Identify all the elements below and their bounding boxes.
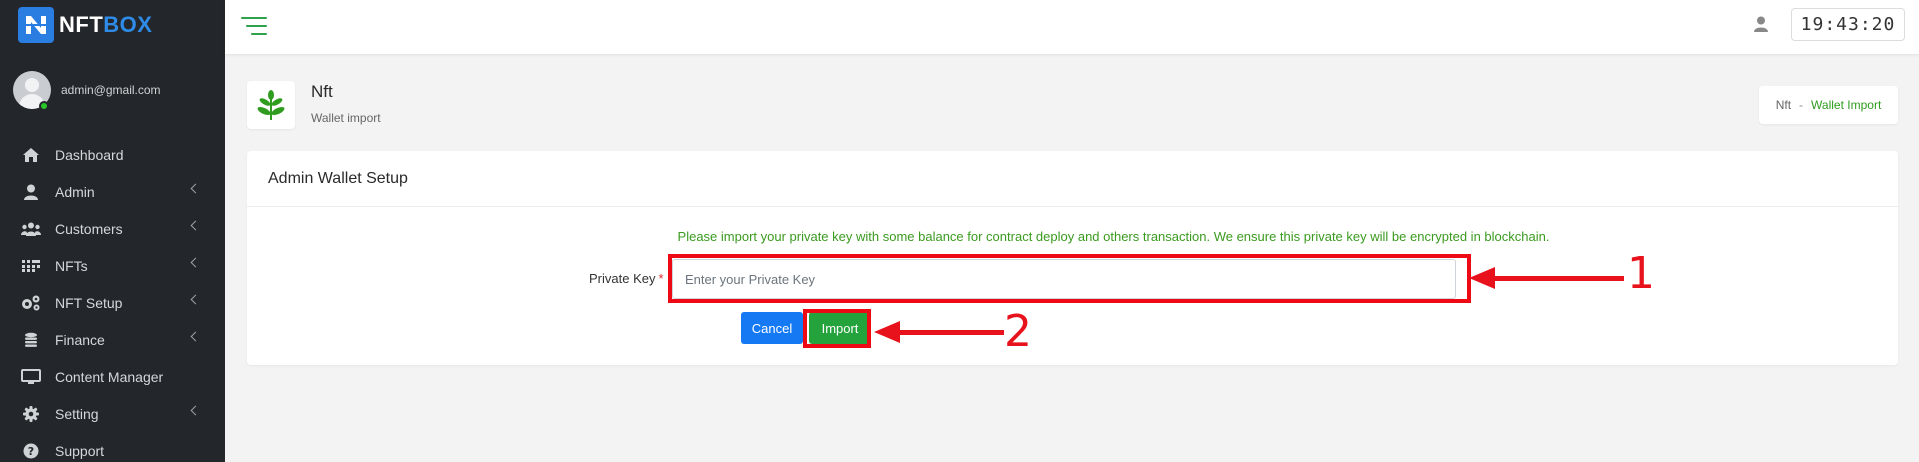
breadcrumb: Nft - Wallet Import xyxy=(1759,86,1898,124)
sidebar-item-dashboard[interactable]: Dashboard xyxy=(0,136,225,173)
user-panel[interactable]: admin@gmail.com xyxy=(0,50,225,130)
grid-icon xyxy=(21,258,41,274)
sidebar-item-label: Setting xyxy=(55,405,99,422)
question-icon: ? xyxy=(21,443,41,459)
chevron-left-icon xyxy=(190,183,201,194)
brand-name-part2: BOX xyxy=(103,12,153,37)
home-icon xyxy=(21,147,41,163)
user-email: admin@gmail.com xyxy=(61,83,161,97)
sidebar-item-label: Admin xyxy=(55,183,95,200)
cancel-button[interactable]: Cancel xyxy=(741,312,803,344)
gears-icon xyxy=(21,295,41,311)
users-icon xyxy=(21,221,41,237)
wallet-notice-text: Please import your private key with some… xyxy=(677,229,1550,244)
sidebar-item-label: NFTs xyxy=(55,257,88,274)
sidebar-item-setting[interactable]: Setting xyxy=(0,395,225,432)
private-key-label: Private Key * xyxy=(589,271,664,286)
sidebar-nav: Dashboard Admin Customers NFTs NFT Setup… xyxy=(0,130,225,462)
breadcrumb-separator: - xyxy=(1799,98,1804,112)
sidebar-item-nfts[interactable]: NFTs xyxy=(0,247,225,284)
sidebar-item-admin[interactable]: Admin xyxy=(0,173,225,210)
sidebar-item-label: Content Manager xyxy=(55,368,164,385)
profile-icon[interactable] xyxy=(1754,16,1770,34)
monitor-icon xyxy=(21,368,41,385)
breadcrumb-root[interactable]: Nft xyxy=(1776,98,1791,112)
top-header: 19:43:20 xyxy=(225,0,1919,54)
brand[interactable]: NFTBOX xyxy=(0,0,225,50)
sidebar-item-nft-setup[interactable]: NFT Setup xyxy=(0,284,225,321)
sidebar-item-label: Finance xyxy=(55,331,105,348)
annotation-step-1: 1 xyxy=(1627,248,1655,299)
coins-icon xyxy=(21,332,41,348)
page-subtitle: Wallet import xyxy=(311,111,381,125)
svg-text:?: ? xyxy=(28,445,34,458)
sidebar-item-label: NFT Setup xyxy=(55,294,123,311)
chevron-left-icon xyxy=(190,331,201,342)
sidebar-item-finance[interactable]: Finance xyxy=(0,321,225,358)
arrow-1-shaft xyxy=(1492,276,1624,281)
sidebar: NFTBOX admin@gmail.com Dashboard Admin C… xyxy=(0,0,225,462)
clock-display: 19:43:20 xyxy=(1791,8,1905,41)
sidebar-item-content-manager[interactable]: Content Manager xyxy=(0,358,225,395)
highlight-private-key xyxy=(668,254,1471,303)
sidebar-item-label: Customers xyxy=(55,220,123,237)
chevron-left-icon xyxy=(190,257,201,268)
online-status-dot xyxy=(39,101,49,111)
highlight-import-button xyxy=(803,309,871,348)
breadcrumb-current: Wallet Import xyxy=(1811,98,1882,112)
required-mark: * xyxy=(658,271,664,286)
private-key-label-text: Private Key xyxy=(589,271,656,286)
card-title: Admin Wallet Setup xyxy=(247,151,1898,207)
gear-icon xyxy=(21,405,41,422)
sidebar-item-label: Dashboard xyxy=(55,146,124,163)
user-icon xyxy=(21,184,41,200)
menu-toggle-icon[interactable] xyxy=(241,17,267,37)
brand-name-part1: NFT xyxy=(59,12,104,37)
arrow-2-shaft xyxy=(897,330,1004,335)
brand-name: NFTBOX xyxy=(59,12,152,38)
chevron-left-icon xyxy=(190,405,201,416)
sidebar-item-support[interactable]: ? Support xyxy=(0,432,225,462)
sidebar-item-label: Support xyxy=(55,442,105,459)
nftbox-logo-icon xyxy=(18,7,54,43)
chevron-left-icon xyxy=(190,220,201,231)
chevron-left-icon xyxy=(190,294,201,305)
annotation-step-2: 2 xyxy=(1004,306,1032,357)
sidebar-item-customers[interactable]: Customers xyxy=(0,210,225,247)
leaf-icon xyxy=(247,81,295,129)
page-title: Nft xyxy=(311,82,333,101)
